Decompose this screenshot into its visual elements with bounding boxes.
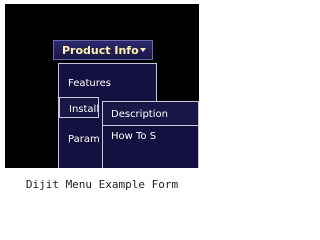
- menu-item-install-highlight[interactable]: Install: [59, 97, 99, 118]
- menu-item-how-to[interactable]: How To S: [111, 129, 156, 143]
- menu-button-label: Product Info: [62, 43, 139, 57]
- menu-item-description[interactable]: Description: [111, 104, 168, 124]
- install-submenu: Description How To S: [102, 101, 199, 168]
- menu-item-install[interactable]: Install: [69, 99, 99, 119]
- page-caption: Dijit Menu Example Form: [25, 178, 179, 191]
- chevron-down-icon: [140, 48, 146, 52]
- menu-demo-screen: Product Info Features Install Param Desc…: [5, 4, 199, 168]
- menu-item-description-highlight[interactable]: Description: [103, 102, 198, 126]
- menu-item-param[interactable]: Param: [68, 132, 100, 146]
- product-info-menu-button[interactable]: Product Info: [53, 40, 153, 60]
- menu-item-features[interactable]: Features: [68, 73, 111, 93]
